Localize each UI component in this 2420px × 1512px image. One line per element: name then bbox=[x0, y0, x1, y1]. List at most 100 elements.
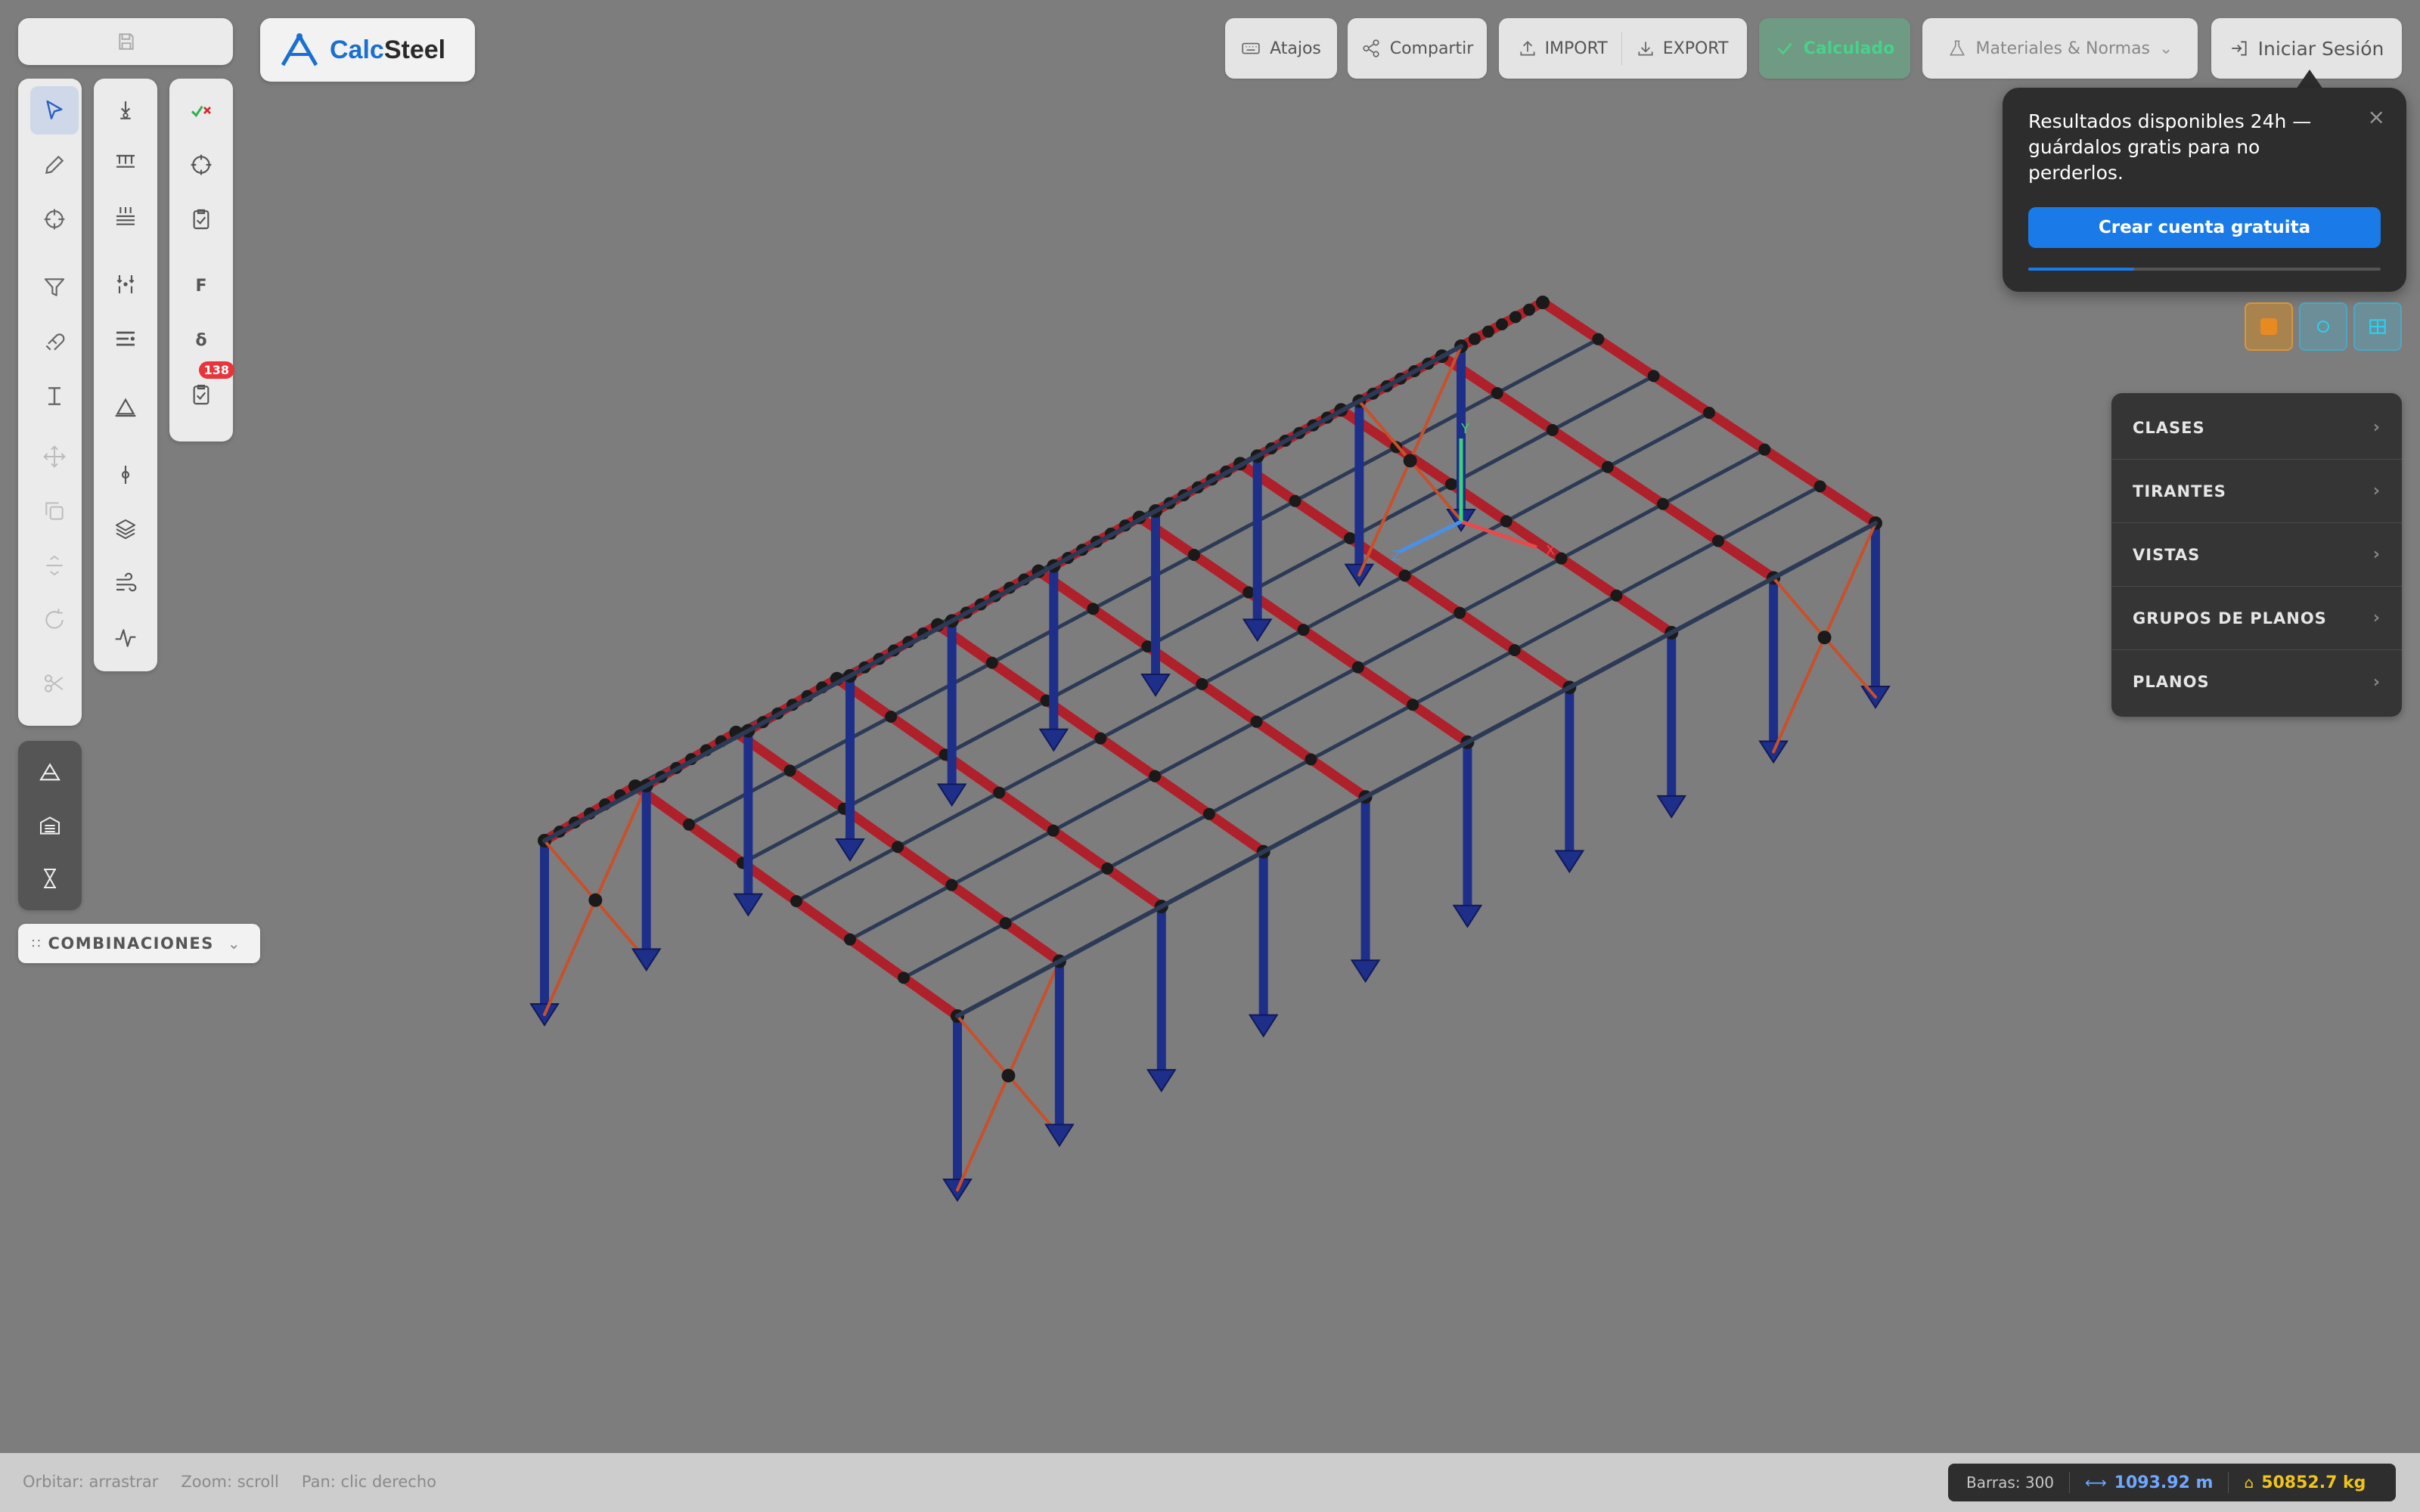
node bbox=[1047, 824, 1060, 837]
menu-planes[interactable]: PLANOS › bbox=[2111, 650, 2402, 714]
clipboard-tool[interactable] bbox=[177, 195, 225, 243]
i-beam-icon bbox=[48, 387, 60, 405]
weight-icon: ⌂ bbox=[2244, 1473, 2254, 1492]
target-icon bbox=[191, 154, 212, 175]
node bbox=[1087, 603, 1100, 615]
view-side-button[interactable] bbox=[26, 854, 74, 903]
node bbox=[1398, 569, 1411, 582]
filter-tool[interactable] bbox=[30, 263, 79, 311]
layers-tool[interactable] bbox=[101, 505, 150, 553]
node bbox=[1601, 460, 1614, 473]
calculated-button[interactable]: Calculado bbox=[1759, 18, 1910, 79]
menu-views-label: VISTAS bbox=[2133, 545, 2201, 564]
node bbox=[1508, 644, 1521, 656]
deformation-tool[interactable]: δ bbox=[177, 316, 225, 364]
report-icon bbox=[193, 384, 209, 405]
warehouse-icon bbox=[40, 816, 60, 835]
menu-ties[interactable]: TIRANTES › bbox=[2111, 460, 2402, 523]
zoom-hint: Zoom: scroll bbox=[181, 1473, 279, 1491]
upload-icon bbox=[1520, 41, 1535, 56]
draw-tool[interactable] bbox=[30, 141, 79, 189]
shortcuts-button[interactable]: Atajos bbox=[1225, 18, 1337, 79]
node bbox=[1250, 715, 1263, 728]
distributed-load-tool[interactable] bbox=[101, 138, 150, 186]
node bbox=[898, 971, 910, 984]
cut-tool[interactable] bbox=[30, 659, 79, 708]
menu-views[interactable]: VISTAS › bbox=[2111, 523, 2402, 587]
crosshair-icon bbox=[44, 209, 65, 230]
menu-classes[interactable]: CLASES › bbox=[2111, 396, 2402, 460]
import-button[interactable]: IMPORT bbox=[1504, 18, 1621, 79]
node bbox=[1523, 303, 1535, 316]
magnet-tool[interactable] bbox=[30, 318, 79, 366]
rotate-tool[interactable] bbox=[30, 596, 79, 644]
node bbox=[1407, 699, 1419, 711]
node-load-tool[interactable] bbox=[101, 451, 150, 499]
wind-tool[interactable] bbox=[101, 559, 150, 608]
chevron-right-icon: › bbox=[2372, 482, 2381, 500]
popup-close-button[interactable]: × bbox=[2368, 104, 2385, 129]
node bbox=[1444, 478, 1457, 491]
node bbox=[1351, 661, 1364, 674]
grid-view-toggle[interactable] bbox=[2353, 302, 2402, 351]
create-account-button[interactable]: Crear cuenta gratuita bbox=[2028, 207, 2381, 248]
shortcuts-label: Atajos bbox=[1270, 39, 1321, 58]
view-3d-button[interactable] bbox=[26, 748, 74, 797]
view-front-button[interactable] bbox=[26, 801, 74, 850]
load-list-tool[interactable] bbox=[101, 314, 150, 363]
mirror-tool[interactable] bbox=[30, 541, 79, 590]
node bbox=[892, 841, 904, 854]
triangle-icon bbox=[115, 398, 136, 417]
share-icon bbox=[1363, 39, 1379, 57]
delta-label: δ bbox=[195, 330, 207, 350]
list-icon bbox=[116, 331, 135, 346]
toolbar-loads bbox=[94, 79, 157, 671]
copy-tool[interactable] bbox=[30, 487, 79, 535]
select-tool[interactable] bbox=[30, 86, 79, 135]
view-mode-toggles bbox=[2245, 302, 2402, 351]
node bbox=[1536, 296, 1550, 309]
node bbox=[1305, 753, 1317, 766]
materials-dropdown[interactable]: Materiales & Normas ⌄ bbox=[1922, 18, 2198, 79]
node-tool[interactable] bbox=[30, 195, 79, 243]
layers-icon bbox=[116, 519, 135, 539]
triangle-tool[interactable] bbox=[101, 383, 150, 431]
layers-menu: CLASES › TIRANTES › VISTAS › GRUPOS DE PLAN… bbox=[2111, 393, 2402, 717]
node bbox=[783, 764, 796, 777]
target-tool[interactable] bbox=[177, 141, 225, 189]
share-button[interactable]: Compartir bbox=[1348, 18, 1487, 79]
support-tool[interactable] bbox=[101, 86, 150, 135]
login-label: Iniciar Sesión bbox=[2257, 37, 2384, 60]
node bbox=[1546, 423, 1559, 436]
magnet-icon bbox=[45, 333, 65, 351]
circle-icon bbox=[2317, 321, 2329, 333]
signup-popup-arrow bbox=[2296, 70, 2323, 89]
verify-tool[interactable] bbox=[177, 86, 225, 135]
menu-plane-groups-label: GRUPOS DE PLANOS bbox=[2133, 609, 2327, 627]
move-tool[interactable] bbox=[30, 432, 79, 481]
export-button[interactable]: EXPORT bbox=[1622, 18, 1742, 79]
node bbox=[1344, 532, 1357, 544]
keyboard-icon bbox=[1242, 42, 1260, 54]
save-icon[interactable] bbox=[113, 29, 139, 54]
z-axis-label: Z bbox=[1392, 548, 1401, 564]
diagram-tool[interactable] bbox=[101, 614, 150, 662]
menu-planes-label: PLANOS bbox=[2133, 673, 2210, 691]
combinations-dropdown[interactable]: ∷ COMBINACIONES ⌄ bbox=[18, 924, 260, 963]
flask-icon bbox=[1949, 40, 1965, 56]
area-load-tool[interactable] bbox=[101, 192, 150, 240]
report-tool[interactable]: 138 bbox=[177, 361, 234, 419]
x-axis-label: X bbox=[1546, 543, 1555, 559]
logo[interactable]: CalcSteel bbox=[280, 32, 445, 68]
hourglass-icon bbox=[44, 869, 56, 888]
filter-icon bbox=[44, 278, 65, 296]
popup-timer-track bbox=[2028, 268, 2381, 271]
solid-view-toggle[interactable] bbox=[2245, 302, 2293, 351]
section-tool[interactable] bbox=[30, 372, 79, 420]
point-loads-tool[interactable] bbox=[101, 260, 150, 308]
node bbox=[1647, 370, 1660, 383]
node bbox=[1703, 407, 1715, 419]
node-view-toggle[interactable] bbox=[2299, 302, 2347, 351]
forces-tool[interactable]: F bbox=[177, 262, 225, 310]
menu-plane-groups[interactable]: GRUPOS DE PLANOS › bbox=[2111, 587, 2402, 650]
